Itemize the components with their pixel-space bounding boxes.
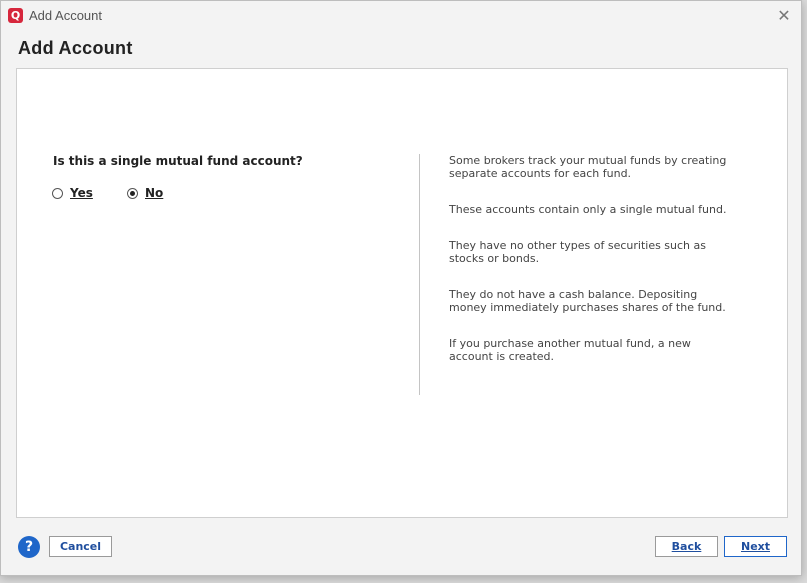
info-column: Some brokers track your mutual funds by … xyxy=(449,154,734,363)
add-account-dialog: Q Add Account ✕ Add Account Is this a si… xyxy=(0,0,802,576)
question-label: Is this a single mutual fund account? xyxy=(53,154,303,168)
help-icon[interactable]: ? xyxy=(18,536,40,558)
back-button[interactable]: Back xyxy=(655,536,718,557)
back-button-label: Back xyxy=(671,540,702,553)
dialog-heading: Add Account xyxy=(18,38,133,58)
radio-no-circle[interactable] xyxy=(127,187,138,199)
info-paragraph: They do not have a cash balance. Deposit… xyxy=(449,288,726,314)
vertical-divider xyxy=(419,154,420,395)
info-paragraph: Some brokers track your mutual funds by … xyxy=(449,154,727,180)
quicken-logo-icon: Q xyxy=(8,8,23,23)
radio-yes-label[interactable]: Yes xyxy=(70,186,93,200)
logo-letter: Q xyxy=(10,9,21,22)
content-panel: Is this a single mutual fund account? Ye… xyxy=(16,68,788,518)
cancel-button[interactable]: Cancel xyxy=(49,536,112,557)
window-title: Add Account xyxy=(29,8,102,23)
cancel-button-label: Cancel xyxy=(59,540,102,553)
title-bar: Q Add Account ✕ xyxy=(1,1,801,29)
close-icon[interactable]: ✕ xyxy=(773,5,795,25)
info-paragraph: They have no other types of securities s… xyxy=(449,239,707,265)
next-button-label: Next xyxy=(740,540,771,553)
radio-no-label[interactable]: No xyxy=(145,186,163,200)
radio-selected-dot xyxy=(130,190,135,196)
radio-yes[interactable]: Yes xyxy=(52,186,93,200)
info-paragraph: If you purchase another mutual fund, a n… xyxy=(449,337,691,363)
radio-no[interactable]: No xyxy=(127,186,163,200)
info-paragraph: These accounts contain only a single mut… xyxy=(449,203,727,216)
next-button[interactable]: Next xyxy=(724,536,787,557)
radio-yes-circle[interactable] xyxy=(52,187,63,199)
